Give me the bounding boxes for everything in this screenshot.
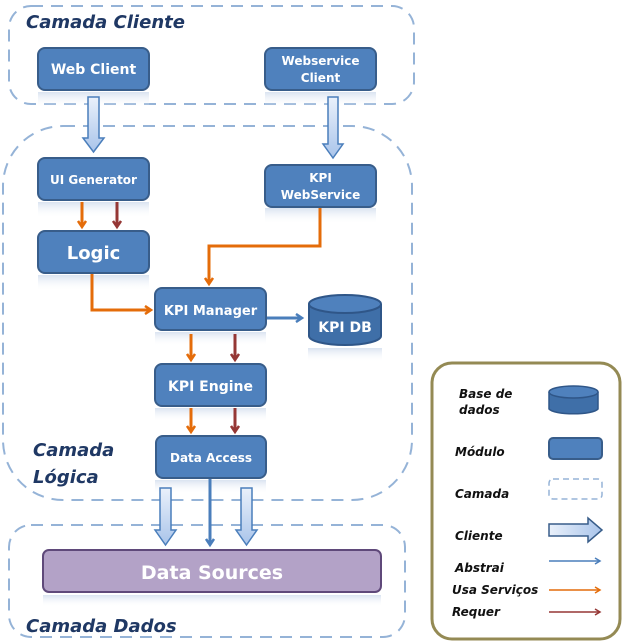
module-data-access-label: Data Access [170, 451, 252, 465]
layer-logic-title-line1: Camada [33, 440, 114, 461]
module-data-access[interactable]: Data Access [155, 435, 267, 479]
legend-database-label-2: dados [459, 403, 500, 417]
database-icon [548, 385, 599, 415]
module-kpi-webservice-label-2: WebService [281, 188, 360, 202]
module-logic-label: Logic [67, 243, 121, 264]
module-web-client[interactable]: Web Client [37, 47, 150, 91]
module-data-sources[interactable]: Data Sources [42, 549, 382, 593]
module-kpi-manager[interactable]: KPI Manager [154, 287, 267, 331]
legend-requires-label: Requer [452, 605, 501, 619]
legend-uses-services-label: Usa Serviços [452, 583, 538, 597]
layer-logic-title-line2: Lógica [33, 467, 99, 488]
module-web-client-label: Web Client [51, 62, 137, 78]
legend-module-label: Módulo [455, 445, 505, 459]
legend: Base de dados Módulo Camada Cliente Abst… [430, 361, 622, 641]
database-kpi-db[interactable]: KPI DB [308, 294, 382, 346]
module-data-sources-label: Data Sources [141, 562, 283, 584]
module-logic[interactable]: Logic [37, 230, 150, 274]
legend-layer-label: Camada [455, 487, 509, 501]
legend-database-label-1: Base de [459, 387, 512, 401]
architecture-diagram: Camada Cliente Camada Lógica Camada Dado… [2, 5, 622, 641]
client-arrow-dataaccess-to-datasources-left [153, 487, 178, 547]
module-ui-generator-label: UI Generator [50, 173, 137, 187]
layer-client-title: Camada Cliente [26, 12, 185, 33]
module-webservice-client-label-1: Webservice [282, 54, 360, 68]
module-webservice-client-label-2: Client [301, 71, 341, 85]
client-arrow-dataaccess-to-datasources-right [234, 487, 259, 547]
database-kpi-db-label: KPI DB [318, 320, 371, 336]
module-kpi-engine-label: KPI Engine [168, 379, 253, 395]
module-ui-generator[interactable]: UI Generator [37, 157, 150, 201]
module-kpi-manager-label: KPI Manager [164, 304, 258, 319]
module-webservice-client[interactable]: Webservice Client [264, 47, 377, 91]
module-kpi-webservice-label-1: KPI [309, 171, 332, 185]
legend-client-label: Cliente [455, 529, 503, 543]
module-kpi-webservice[interactable]: KPI WebService [264, 164, 377, 208]
module-icon [548, 437, 603, 460]
module-kpi-engine[interactable]: KPI Engine [154, 363, 267, 407]
legend-abstracts-label: Abstrai [454, 561, 505, 575]
layer-data-title: Camada Dados [26, 616, 177, 637]
